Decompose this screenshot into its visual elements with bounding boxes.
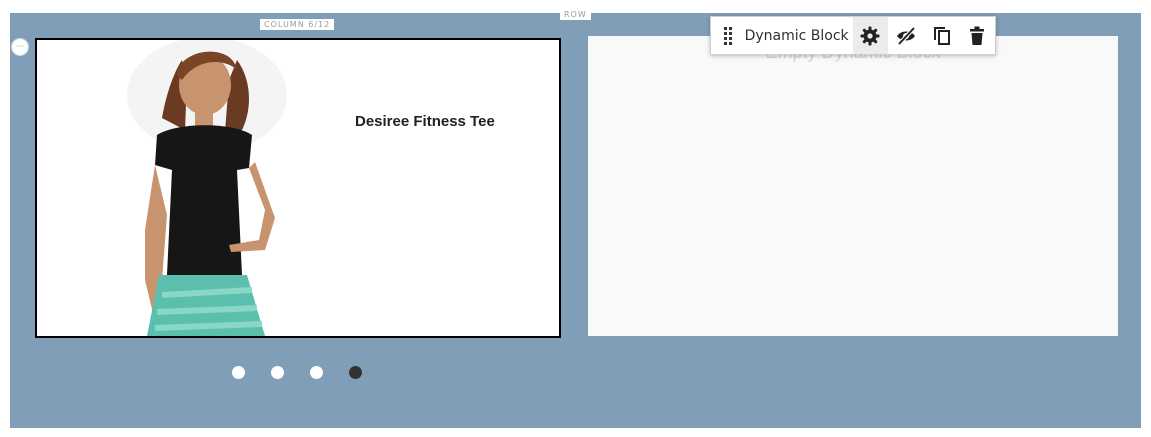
dynamic-block-toolbar: Dynamic Block — [710, 16, 996, 55]
column-tag: COLUMN 6/12 — [260, 19, 335, 30]
product-image — [127, 40, 287, 336]
slider-dots — [232, 366, 362, 379]
trash-icon[interactable] — [959, 17, 995, 54]
slider-dot[interactable] — [271, 366, 284, 379]
dynamic-block[interactable]: Empty Dynamic Block — [588, 36, 1118, 336]
gear-icon[interactable] — [852, 17, 889, 54]
more-dots-icon[interactable]: ··· — [11, 38, 29, 56]
product-slide[interactable]: Desiree Fitness Tee — [35, 38, 561, 338]
drag-handle-icon[interactable] — [711, 17, 745, 54]
slider-dot[interactable] — [310, 366, 323, 379]
eye-slash-icon[interactable] — [888, 17, 924, 54]
slider-dot[interactable] — [232, 366, 245, 379]
copy-icon[interactable] — [924, 17, 960, 54]
toolbar-label: Dynamic Block — [744, 27, 849, 44]
slider-dot-active[interactable] — [349, 366, 362, 379]
row-tag: ROW — [560, 9, 591, 20]
product-title[interactable]: Desiree Fitness Tee — [355, 113, 495, 130]
